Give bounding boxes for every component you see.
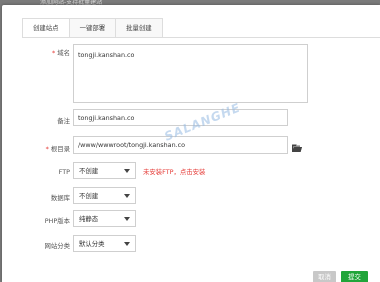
site-category-select-value: 默认分类 [79, 240, 105, 248]
database-label: 数据库 [50, 194, 70, 202]
tab-bar: 创建站点 一键部署 批量创建 [22, 18, 163, 38]
tab-divider [22, 37, 380, 38]
tab-create-site[interactable]: 创建站点 [22, 18, 70, 38]
root-dir-input[interactable]: /www/wwwroot/tongji.kanshan.co [73, 136, 288, 154]
root-dir-label: * 根目录 [45, 145, 70, 153]
add-site-dialog: 创建站点 一键部署 批量创建 * 域名 tongji.kanshan.co 备注 … [2, 5, 380, 282]
submit-button[interactable]: 提交 [341, 271, 368, 282]
chevron-down-icon [124, 217, 130, 221]
cancel-button[interactable]: 取消 [313, 271, 336, 282]
remark-label: 备注 [57, 117, 70, 125]
required-mark: * [45, 145, 49, 153]
chevron-down-icon [124, 194, 130, 198]
required-mark: * [52, 49, 56, 57]
ftp-select-value: 不创建 [79, 167, 99, 175]
php-version-select-value: 纯静态 [79, 215, 99, 223]
php-version-label: PHP版本 [44, 217, 70, 225]
database-select-value: 不创建 [79, 192, 99, 200]
database-select[interactable]: 不创建 [73, 187, 136, 204]
chevron-down-icon [124, 242, 130, 246]
site-category-select[interactable]: 默认分类 [73, 235, 136, 252]
ftp-install-link[interactable]: 未安装FTP，点击安装 [143, 167, 205, 176]
folder-icon[interactable] [292, 144, 302, 152]
tab-one-click-deploy[interactable]: 一键部署 [69, 18, 117, 38]
ftp-select[interactable]: 不创建 [73, 162, 136, 179]
ftp-label: FTP [58, 168, 70, 176]
php-version-select[interactable]: 纯静态 [73, 210, 136, 227]
domain-label: * 域名 [52, 49, 70, 57]
tab-batch-create[interactable]: 批量创建 [116, 18, 163, 38]
domain-textarea[interactable]: tongji.kanshan.co [73, 44, 308, 103]
site-category-label: 网站分类 [44, 242, 70, 250]
chevron-down-icon [124, 169, 130, 173]
